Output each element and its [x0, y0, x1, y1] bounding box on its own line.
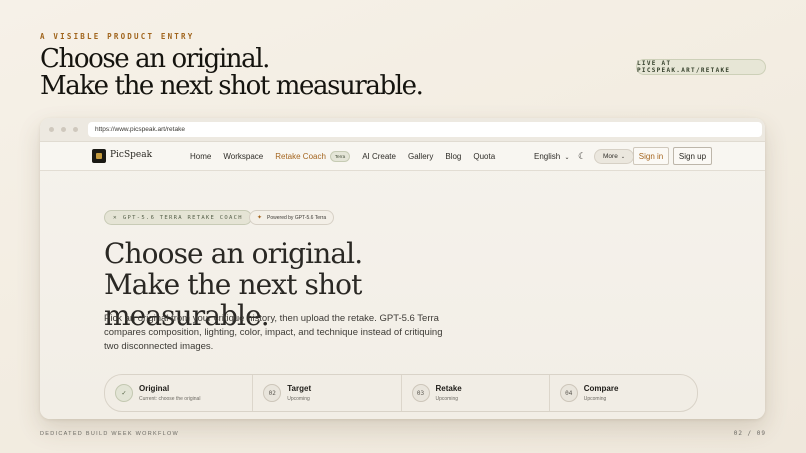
step-title: Retake [435, 384, 462, 393]
nav-blog[interactable]: Blog [445, 152, 461, 161]
nav-quota[interactable]: Quota [473, 152, 495, 161]
chevron-down-icon: ⌄ [620, 153, 626, 160]
slide-headline-line-2: Make the next shot measurable. [40, 71, 424, 101]
nav-terra-badge: Terra [329, 151, 351, 162]
step-number: 02 [263, 384, 282, 402]
step-title: Original [139, 384, 170, 393]
brand-name[interactable]: PicSpeak [110, 150, 152, 160]
live-url-badge: LIVE AT PICSPEAK.ART/RETAKE [636, 59, 766, 75]
slide-footer-label: DEDICATED BUILD WEEK WORKFLOW [40, 431, 180, 437]
nav-links: Home Workspace Retake Coach Terra AI Cre… [190, 142, 507, 171]
step-title: Compare [583, 384, 619, 393]
powered-by-chip: ✦ Powered by GPT-5.6 Terra [249, 210, 335, 225]
language-label: English [534, 152, 561, 161]
nav-retake-coach[interactable]: Retake Coach [275, 152, 326, 161]
magic-wand-icon: ✦ [257, 215, 263, 221]
browser-window: https://www.picspeak.art/retake PicSpeak… [40, 118, 765, 419]
sign-in-button[interactable]: Sign in [633, 147, 669, 165]
nav-ai-create[interactable]: AI Create [362, 152, 396, 161]
step-number: 04 [559, 384, 578, 402]
window-minimize-dot[interactable] [61, 127, 66, 132]
check-icon: ✓ [115, 384, 133, 402]
site-navbar: PicSpeak Home Workspace Retake Coach Ter… [40, 142, 765, 171]
model-chip: ✕ GPT-5.6 TERRA RETAKE COACH [104, 210, 252, 225]
step-status: Upcoming [287, 396, 310, 402]
window-zoom-dot[interactable] [73, 127, 78, 132]
step-number: 03 [411, 384, 430, 402]
theme-moon-icon[interactable]: ☾ [578, 151, 586, 162]
step-title: Target [287, 384, 312, 393]
slide-headline: Choose an original. Make the next shot m… [40, 44, 424, 101]
address-bar[interactable]: https://www.picspeak.art/retake [88, 122, 762, 137]
step-status: Current: choose the original [139, 396, 201, 402]
hero-description: Pick an original from your critique hist… [104, 313, 443, 353]
step-compare[interactable]: 04 Compare Upcoming [550, 375, 697, 411]
powered-by-label: Powered by GPT-5.6 Terra [267, 214, 327, 221]
brand-logo-icon[interactable] [92, 149, 106, 163]
slide-headline-line-1: Choose an original. [40, 44, 270, 74]
more-label: More [603, 153, 618, 160]
sparkle-cross-icon: ✕ [113, 214, 118, 221]
window-close-dot[interactable] [49, 127, 54, 132]
step-target[interactable]: 02 Target Upcoming [253, 375, 402, 411]
browser-chrome: https://www.picspeak.art/retake [40, 118, 765, 142]
step-status: Upcoming [435, 396, 459, 402]
nav-home[interactable]: Home [190, 152, 211, 161]
nav-gallery[interactable]: Gallery [408, 152, 433, 161]
site-page: PicSpeak Home Workspace Retake Coach Ter… [40, 142, 765, 419]
sign-up-button[interactable]: Sign up [673, 147, 712, 165]
step-original[interactable]: ✓ Original Current: choose the original [105, 375, 254, 411]
nav-workspace[interactable]: Workspace [223, 152, 263, 161]
slide-kicker: A VISIBLE PRODUCT ENTRY [40, 32, 195, 41]
model-chip-label: GPT-5.6 TERRA RETAKE COACH [122, 214, 243, 221]
chevron-down-icon: ⌄ [564, 155, 570, 161]
slide-page-number: 02 / 09 [733, 430, 766, 437]
language-select[interactable]: English ⌄ [534, 152, 570, 161]
more-menu-button[interactable]: More ⌄ [594, 149, 635, 164]
step-retake[interactable]: 03 Retake Upcoming [402, 375, 550, 411]
workflow-steps: ✓ Original Current: choose the original … [104, 374, 698, 412]
step-status: Upcoming [583, 396, 607, 402]
